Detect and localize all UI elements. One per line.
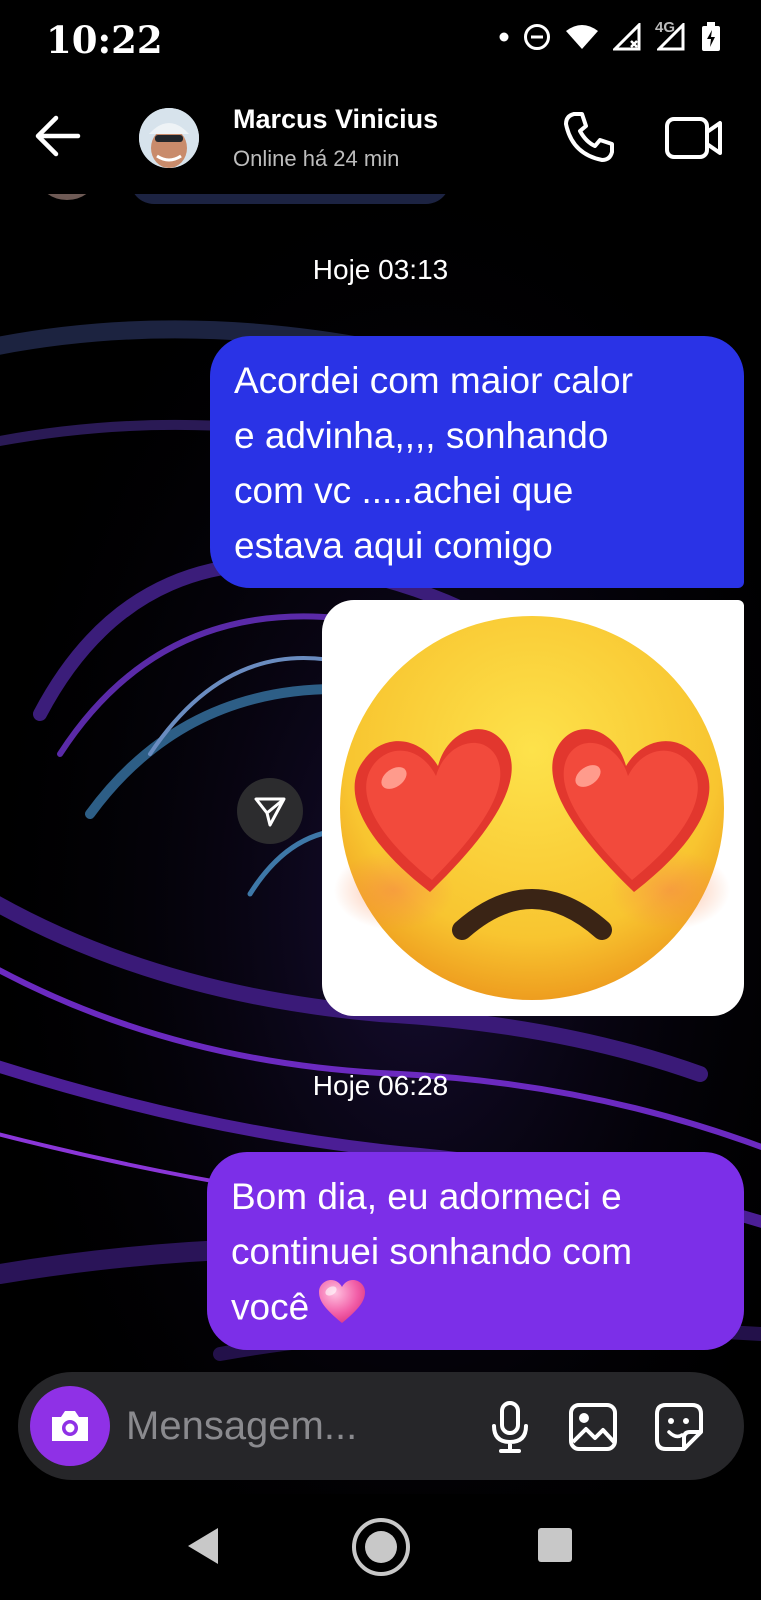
message-composer bbox=[18, 1372, 744, 1480]
avatar-image bbox=[139, 108, 199, 168]
network-label: 4G bbox=[655, 19, 687, 51]
network-type: 4G bbox=[655, 19, 676, 36]
battery-icon bbox=[702, 22, 720, 51]
status-bar: 10:22 4G bbox=[0, 0, 761, 80]
camera-icon bbox=[52, 1411, 88, 1441]
video-camera-icon bbox=[665, 117, 722, 159]
contact-name[interactable]: Marcus Vinicius bbox=[233, 104, 438, 135]
paper-plane-icon bbox=[254, 797, 286, 827]
back-button[interactable] bbox=[32, 114, 82, 158]
message-timestamp: Hoje 03:13 bbox=[312, 254, 449, 285]
nav-back-button[interactable] bbox=[184, 1524, 224, 1568]
message-input[interactable] bbox=[126, 1398, 466, 1454]
voice-call-button[interactable] bbox=[562, 110, 616, 164]
previous-message-bubble[interactable] bbox=[130, 194, 450, 204]
sent-message-bubble[interactable]: Acordei com maior calor e advinha,,,, so… bbox=[210, 336, 744, 588]
arrow-left-icon bbox=[35, 115, 81, 157]
phone-icon bbox=[564, 112, 614, 162]
image-icon bbox=[569, 1403, 617, 1451]
message-text: Bom dia, eu adormeci e continuei sonhand… bbox=[231, 1176, 633, 1328]
nav-recent-apps-button[interactable] bbox=[538, 1528, 572, 1562]
system-navigation-bar bbox=[0, 1494, 761, 1600]
notification-dot-icon bbox=[499, 32, 509, 42]
share-button[interactable] bbox=[237, 778, 303, 844]
nav-home-button[interactable] bbox=[350, 1516, 412, 1578]
heart-eyes-frowning-emoji bbox=[334, 616, 730, 1000]
microphone-icon bbox=[492, 1401, 528, 1453]
home-circle-icon bbox=[352, 1518, 410, 1576]
contact-status: Online há 24 min bbox=[233, 146, 400, 171]
sent-message-bubble[interactable]: Bom dia, eu adormeci e continuei sonhand… bbox=[207, 1152, 744, 1350]
wifi-icon bbox=[566, 25, 598, 49]
message-timestamp: Hoje 06:28 bbox=[312, 1070, 449, 1101]
chat-area[interactable]: Hoje 03:13 Acordei com maior calor e adv… bbox=[0, 194, 761, 1494]
status-icons: 4G bbox=[499, 19, 721, 52]
camera-button[interactable] bbox=[30, 1386, 110, 1466]
pink-heart-emoji bbox=[317, 1279, 367, 1340]
signal-x-icon bbox=[613, 23, 641, 51]
contact-avatar[interactable] bbox=[139, 108, 199, 168]
triangle-back-icon bbox=[188, 1528, 218, 1564]
gallery-button[interactable] bbox=[568, 1402, 618, 1452]
status-time: 10:22 bbox=[46, 18, 163, 62]
do-not-disturb-icon bbox=[524, 24, 550, 50]
video-call-button[interactable] bbox=[664, 114, 724, 162]
chat-header: Marcus Vinicius Online há 24 min bbox=[0, 80, 761, 194]
sent-image-message[interactable] bbox=[322, 600, 744, 1016]
sticker-button[interactable] bbox=[654, 1402, 704, 1452]
microphone-button[interactable] bbox=[486, 1400, 534, 1454]
sticker-icon bbox=[655, 1403, 703, 1451]
